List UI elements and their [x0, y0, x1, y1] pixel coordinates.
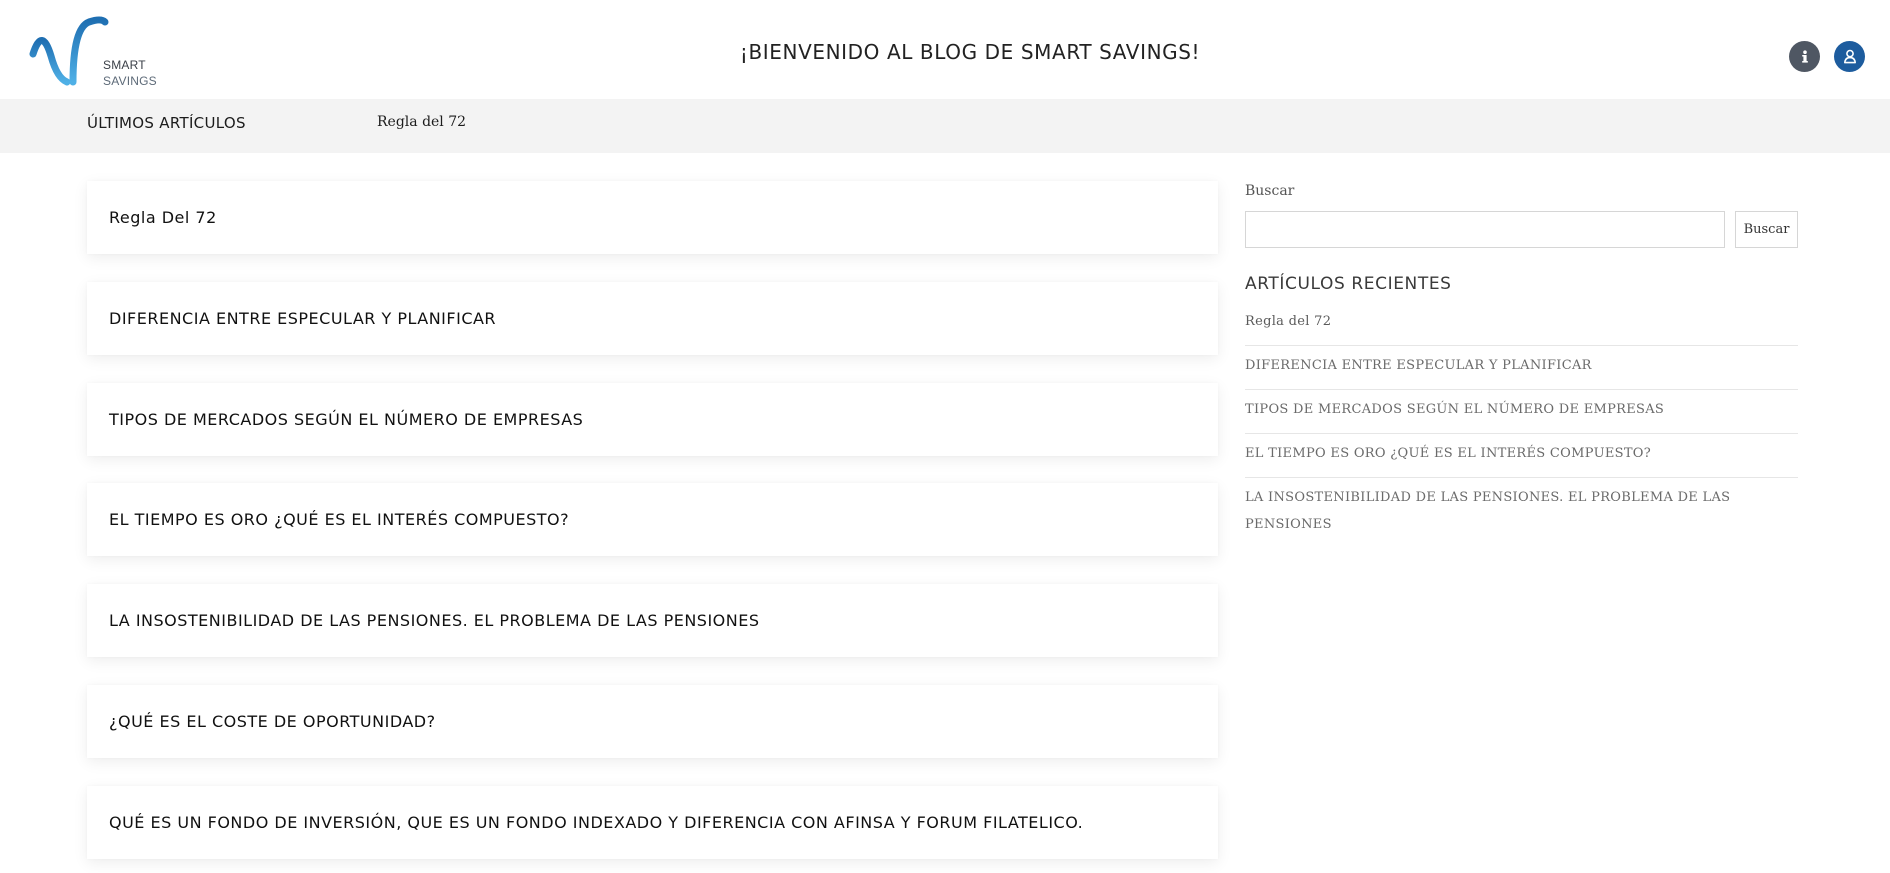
latest-articles-bar	[0, 99, 1890, 153]
article-card[interactable]: ¿QUÉ ES EL COSTE DE OPORTUNIDAD?	[87, 685, 1218, 758]
article-card[interactable]: LA INSOSTENIBILIDAD DE LAS PENSIONES. EL…	[87, 584, 1218, 657]
article-card[interactable]: EL TIEMPO ES ORO ¿QUÉ ES EL INTERÉS COMP…	[87, 483, 1218, 556]
article-title[interactable]: DIFERENCIA ENTRE ESPECULAR Y PLANIFICAR	[109, 282, 496, 355]
site-header: SMART SAVINGS ¡BIENVENIDO AL BLOG DE SMA…	[0, 0, 1890, 99]
article-title[interactable]: LA INSOSTENIBILIDAD DE LAS PENSIONES. EL…	[109, 584, 760, 657]
search-label: Buscar	[1245, 183, 1295, 199]
article-card[interactable]: QUÉ ES UN FONDO DE INVERSIÓN, QUE ES UN …	[87, 786, 1218, 859]
info-button[interactable]	[1789, 41, 1820, 72]
article-title[interactable]: ¿QUÉ ES EL COSTE DE OPORTUNIDAD?	[109, 685, 436, 758]
user-account-button[interactable]	[1834, 41, 1865, 72]
article-title[interactable]: EL TIEMPO ES ORO ¿QUÉ ES EL INTERÉS COMP…	[109, 483, 569, 556]
page-title: ¡BIENVENIDO AL BLOG DE SMART SAVINGS!	[739, 40, 1201, 64]
latest-articles-label: ÚLTIMOS ARTÍCULOS	[87, 114, 246, 132]
recent-articles-list: Regla del 72 DIFERENCIA ENTRE ESPECULAR …	[1245, 302, 1798, 548]
recent-article-link[interactable]: TIPOS DE MERCADOS SEGÚN EL NÚMERO DE EMP…	[1245, 390, 1798, 434]
search-button[interactable]: Buscar	[1735, 211, 1798, 248]
article-title[interactable]: Regla Del 72	[109, 181, 217, 254]
recent-article-link[interactable]: EL TIEMPO ES ORO ¿QUÉ ES EL INTERÉS COMP…	[1245, 434, 1798, 478]
article-card[interactable]: TIPOS DE MERCADOS SEGÚN EL NÚMERO DE EMP…	[87, 383, 1218, 456]
latest-article-ticker-link[interactable]: Regla del 72	[377, 114, 466, 130]
article-title[interactable]: QUÉ ES UN FONDO DE INVERSIÓN, QUE ES UN …	[109, 786, 1083, 859]
recent-article-link[interactable]: Regla del 72	[1245, 302, 1798, 346]
recent-articles-heading: ARTÍCULOS RECIENTES	[1245, 274, 1452, 294]
article-card[interactable]: Regla Del 72	[87, 181, 1218, 254]
info-icon	[1801, 49, 1808, 63]
recent-article-link[interactable]: DIFERENCIA ENTRE ESPECULAR Y PLANIFICAR	[1245, 346, 1798, 390]
user-icon	[1843, 49, 1856, 64]
logo-text-savings: SAVINGS	[103, 74, 157, 88]
search-input[interactable]	[1245, 211, 1725, 248]
recent-article-link[interactable]: LA INSOSTENIBILIDAD DE LAS PENSIONES. EL…	[1245, 478, 1798, 548]
article-title[interactable]: TIPOS DE MERCADOS SEGÚN EL NÚMERO DE EMP…	[109, 383, 583, 456]
article-card[interactable]: DIFERENCIA ENTRE ESPECULAR Y PLANIFICAR	[87, 282, 1218, 355]
